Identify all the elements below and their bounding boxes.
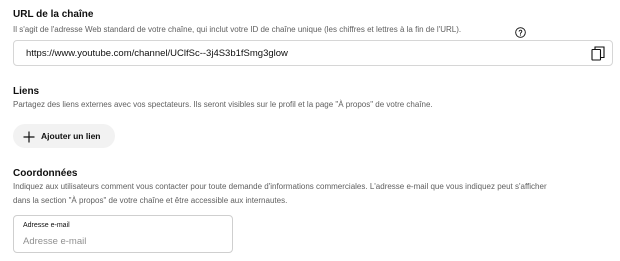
contact-description-line1: Indiquez aux utilisateurs comment vous c… — [13, 182, 547, 191]
channel-url-field[interactable]: https://www.youtube.com/channel/UClfSc--… — [13, 40, 613, 66]
email-field-label: Adresse e-mail — [23, 222, 70, 229]
channel-url-text[interactable]: https://www.youtube.com/channel/UClfSc--… — [26, 47, 288, 60]
copy-icon[interactable] — [591, 46, 605, 61]
help-icon[interactable] — [515, 25, 526, 38]
channel-url-description: Il s'agit de l'adresse Web standard de v… — [13, 25, 462, 34]
email-input[interactable] — [23, 234, 223, 248]
links-description: Partagez des liens externes avec vos spe… — [13, 100, 433, 109]
email-field[interactable]: Adresse e-mail — [13, 215, 233, 253]
contact-title: Coordonnées — [13, 168, 78, 179]
add-link-button[interactable]: Ajouter un lien — [13, 124, 115, 148]
channel-url-title: URL de la chaîne — [13, 9, 94, 20]
add-link-label: Ajouter un lien — [41, 131, 101, 141]
contact-description-line2: dans la section "À propos" de votre chaî… — [13, 196, 288, 205]
links-title: Liens — [13, 86, 40, 97]
plus-icon — [23, 130, 35, 143]
